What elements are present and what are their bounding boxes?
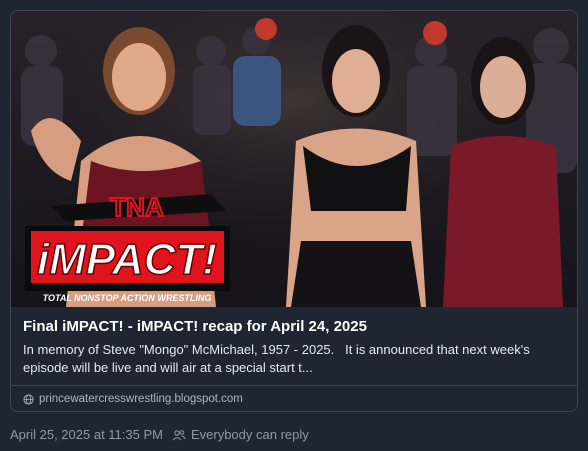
post-meta: April 25, 2025 at 11:35 PM Everybody can… — [10, 427, 309, 442]
link-description: In memory of Steve "Mongo" McMichael, 19… — [23, 342, 534, 375]
link-source-domain: princewatercresswrestling.blogspot.com — [39, 393, 243, 405]
link-source[interactable]: princewatercresswrestling.blogspot.com — [23, 386, 565, 405]
link-title[interactable]: Final iMPACT! - iMPACT! recap for April … — [23, 317, 565, 336]
post-timestamp[interactable]: April 25, 2025 at 11:35 PM — [10, 427, 163, 442]
tna-impact-logo: TNA iMPACT! TOTAL NONSTOP ACTION WRESTLI… — [25, 191, 230, 303]
wrestlers-photo: TNA iMPACT! TOTAL NONSTOP ACTION WRESTLI… — [11, 11, 577, 307]
reply-setting[interactable]: Everybody can reply — [191, 427, 309, 442]
logo-brand-text: TNA — [110, 192, 164, 222]
link-preview-card[interactable]: TNA iMPACT! TOTAL NONSTOP ACTION WRESTLI… — [10, 10, 578, 412]
logo-tagline-text: TOTAL NONSTOP ACTION WRESTLING — [43, 293, 212, 303]
globe-icon — [23, 393, 34, 405]
link-preview-image[interactable]: TNA iMPACT! TOTAL NONSTOP ACTION WRESTLI… — [11, 11, 577, 307]
people-icon — [172, 429, 186, 440]
logo-title-text: iMPACT! — [37, 235, 217, 284]
